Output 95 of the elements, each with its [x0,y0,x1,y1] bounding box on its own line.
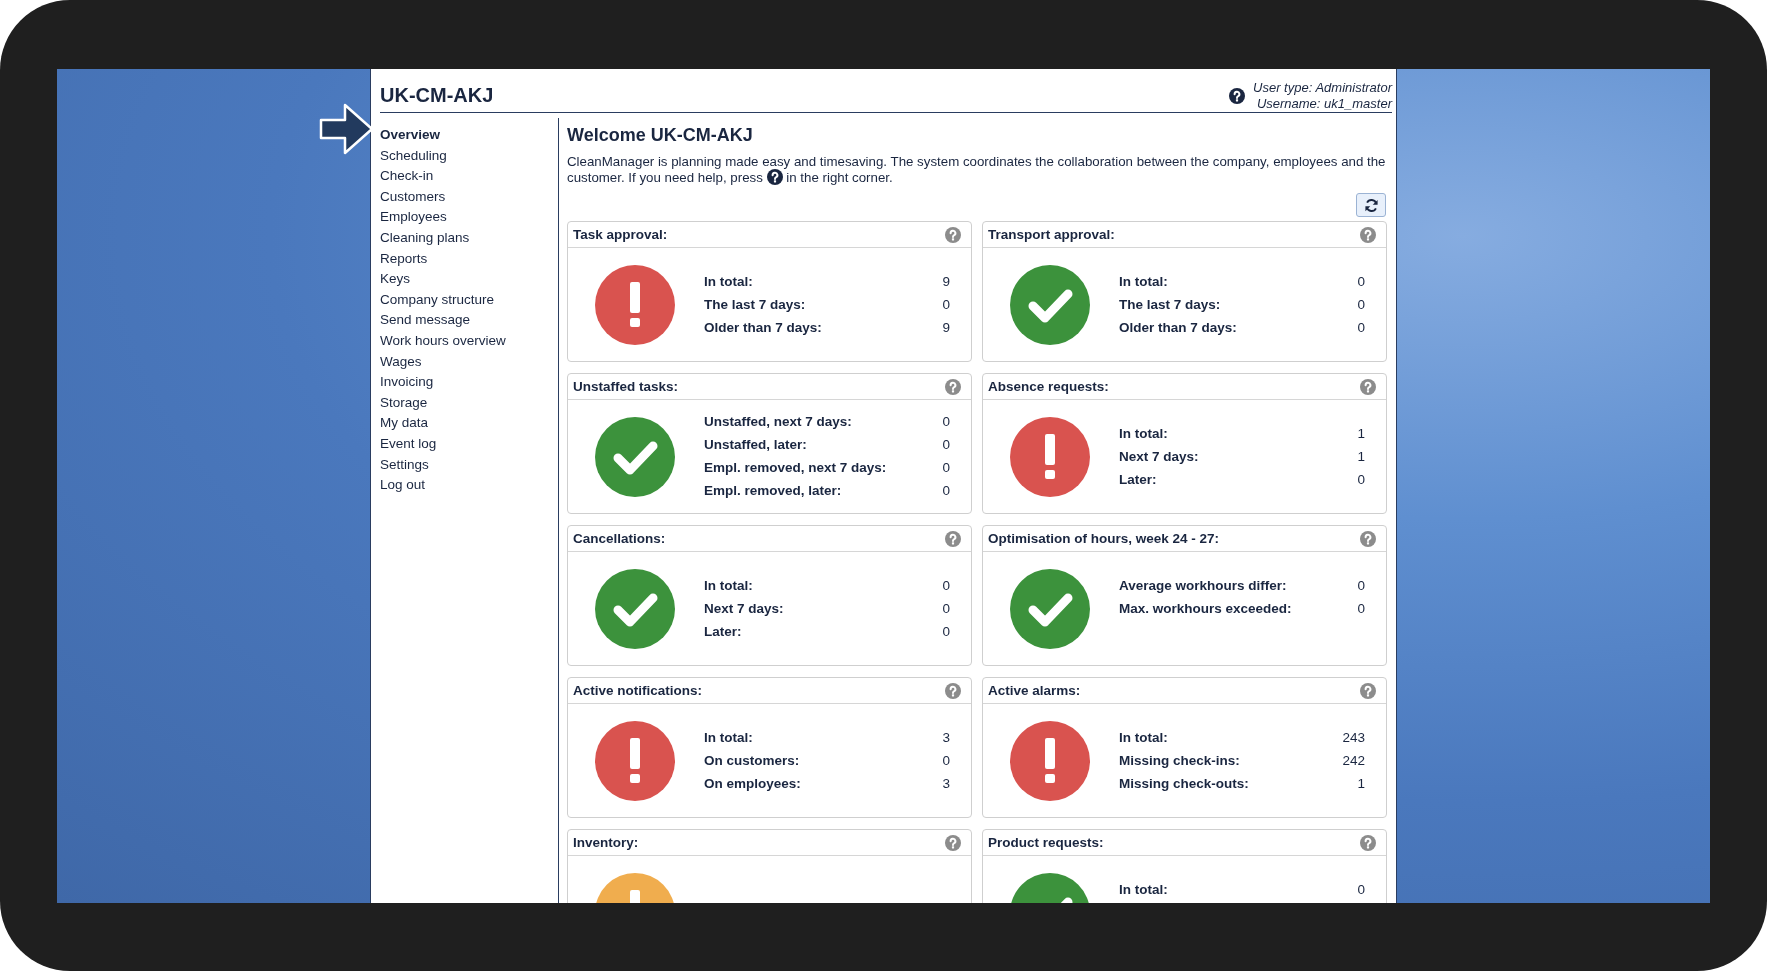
stat-value: 0 [942,622,950,641]
stat-label: Older than 7 days: [1119,318,1237,337]
stat-value: 0 [1357,272,1365,291]
stat-label: In total: [704,576,753,595]
stat-label: Unstaffed, later: [704,436,807,454]
stat-value: 3 [942,774,950,793]
intro-text: CleanManager is planning made easy and timesaving. The system coordinates the collaboration between the company, employees and the customer. If you need help, press in the right corner. [567,154,1387,185]
stat-label: On customers: [704,751,800,770]
sidebar-item[interactable]: Scheduling [380,145,447,167]
stat-label: On employees: [704,774,801,793]
exclamation-icon [1010,720,1090,801]
stat-value: 0 [942,436,950,454]
stat-value: 0 [1357,470,1365,489]
stat-label: Older than 7 days: [704,318,822,337]
sidebar-item[interactable]: Log out [380,475,426,496]
sidebar-item[interactable]: Invoicing [380,372,434,393]
stat-value: 0 [942,599,950,618]
user-type: User type: Administrator [1253,80,1392,96]
card-title: Active alarms: [988,683,1081,698]
sidebar-item[interactable]: Settings [380,454,429,476]
stat-value: 0 [942,459,950,477]
stat-label: Average workhours differ: [1119,576,1287,595]
stat-label: Empl. removed, next 7 days: [704,459,887,477]
stat-label: In total: [1119,728,1168,747]
card-title: Absence requests: [988,379,1109,394]
stat-label: In total: [704,728,753,747]
sidebar-item[interactable]: Keys [380,269,410,290]
sidebar-item[interactable]: Storage [380,392,428,414]
stat-value: 0 [1357,318,1365,337]
sidebar-item[interactable]: My data [380,413,429,434]
stat-label: Unstaffed, next 7 days: [704,413,852,431]
stat-label: In total: [704,272,753,291]
stat-value: 1 [1357,774,1365,793]
app-title: UK-CM-AKJ [380,84,494,107]
stat-value: 0 [942,413,950,431]
stat-label: Later: [1119,470,1157,489]
stat-label: The last 7 days: [704,295,806,314]
sidebar-item[interactable]: Check-in [380,166,434,187]
stat-label: Missing check-outs: [1119,774,1249,793]
card-title: Transport approval: [988,227,1115,242]
sidebar-item[interactable]: Send message [380,310,471,331]
welcome-heading: Welcome UK-CM-AKJ [567,125,754,146]
exclamation-icon [595,720,675,801]
card-title: Cancellations: [573,531,666,546]
sidebar-item[interactable]: Event log [380,433,437,455]
sidebar-item[interactable]: Wages [380,351,422,373]
stat-value: 0 [942,482,950,500]
stat-value: 0 [942,751,950,770]
exclamation-icon [595,264,675,345]
stat-label: In total: [1119,272,1168,291]
check-icon [1010,568,1090,649]
card-title: Optimisation of hours, week 24 - 27: [988,531,1220,546]
stat-value: 0 [942,576,950,595]
card-title: Active notifications: [573,683,702,698]
check-icon [1010,264,1090,345]
stat-value: 1 [1357,424,1365,443]
stat-value: 9 [942,272,950,291]
help-icon[interactable] [1229,88,1246,104]
sidebar-item[interactable]: Company structure [380,289,495,311]
stat-value: 9 [942,318,950,337]
stat-value: 243 [1342,728,1365,747]
stat-label: Later: [704,622,742,641]
username: Username: uk1_master [1256,96,1392,112]
sidebar-item[interactable]: Customers [380,186,446,208]
check-icon [595,416,675,497]
sidebar-item[interactable]: Reports [380,248,428,270]
stat-value: 1 [1357,447,1365,466]
refresh-icon [1363,197,1379,213]
stat-label: Max. workhours exceeded: [1119,599,1292,618]
refresh-button[interactable] [1356,193,1386,217]
exclamation-icon [1010,416,1090,497]
stat-label: Next 7 days: [1119,447,1199,466]
stat-value: 0 [1357,599,1365,618]
stat-value: 0 [1357,295,1365,314]
card-title: Product requests: [988,835,1104,850]
stat-label: Next 7 days: [704,599,784,618]
sidebar-item[interactable]: Employees [380,207,447,228]
sidebar-item[interactable]: Overview [380,125,441,146]
card-title: Unstaffed tasks: [573,379,679,394]
stat-label: In total: [1119,880,1168,899]
card-title: Inventory: [573,835,639,850]
stat-label: In total: [1119,424,1168,443]
stat-value: 0 [942,295,950,314]
card-title: Task approval: [573,227,668,242]
stat-value: 242 [1342,751,1365,770]
stat-value: 0 [1357,880,1365,899]
check-icon [595,568,675,649]
sidebar-item[interactable]: Work hours overview [380,330,506,352]
stat-label: The last 7 days: [1119,295,1221,314]
sidebar-item[interactable]: Cleaning plans [380,227,470,249]
stat-value: 3 [942,728,950,747]
stat-label: Missing check-ins: [1119,751,1240,770]
help-icon [766,169,783,185]
stat-label: Empl. removed, later: [704,482,842,500]
stat-value: 0 [1357,576,1365,595]
